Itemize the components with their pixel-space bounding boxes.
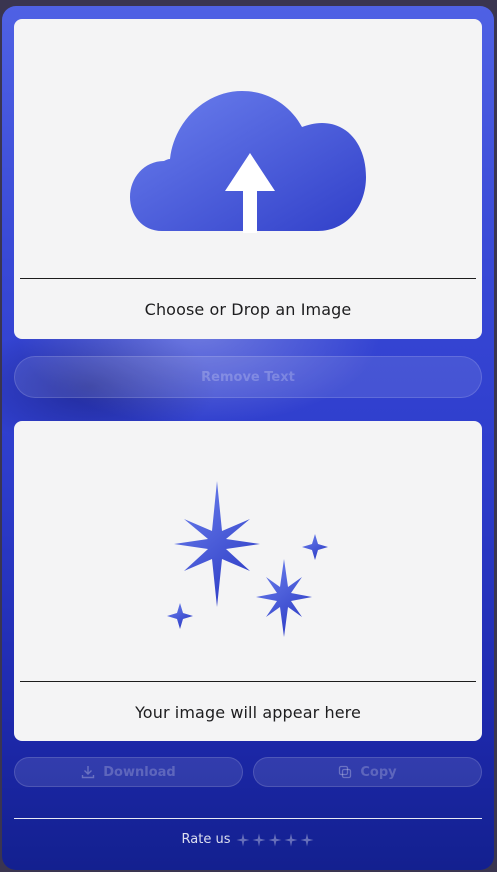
download-icon <box>82 766 95 779</box>
rate-us-row: Rate us <box>2 832 494 847</box>
star-icon[interactable] <box>284 833 298 847</box>
star-rating[interactable] <box>236 833 314 847</box>
app-window: Choose or Drop an Image Remove Text Your… <box>2 6 494 870</box>
star-icon[interactable] <box>268 833 282 847</box>
star-icon[interactable] <box>252 833 266 847</box>
rate-us-label: Rate us <box>181 832 231 847</box>
copy-button[interactable]: Copy <box>253 757 482 787</box>
download-button[interactable]: Download <box>14 757 243 787</box>
copy-label: Copy <box>360 764 397 780</box>
footer-divider <box>14 818 482 819</box>
copy-icon <box>339 765 352 779</box>
cloud-upload-icon <box>130 91 366 233</box>
star-icon[interactable] <box>236 833 250 847</box>
upload-divider <box>20 278 476 279</box>
star-icon[interactable] <box>300 833 314 847</box>
sparkles-icon <box>167 481 328 637</box>
result-caption: Your image will appear here <box>135 703 361 722</box>
download-label: Download <box>103 764 176 780</box>
image-drop-zone[interactable]: Choose or Drop an Image <box>14 19 482 339</box>
remove-text-button[interactable]: Remove Text <box>14 356 482 398</box>
upload-caption: Choose or Drop an Image <box>144 300 352 319</box>
result-divider <box>20 681 476 682</box>
result-preview: Your image will appear here <box>14 421 482 741</box>
